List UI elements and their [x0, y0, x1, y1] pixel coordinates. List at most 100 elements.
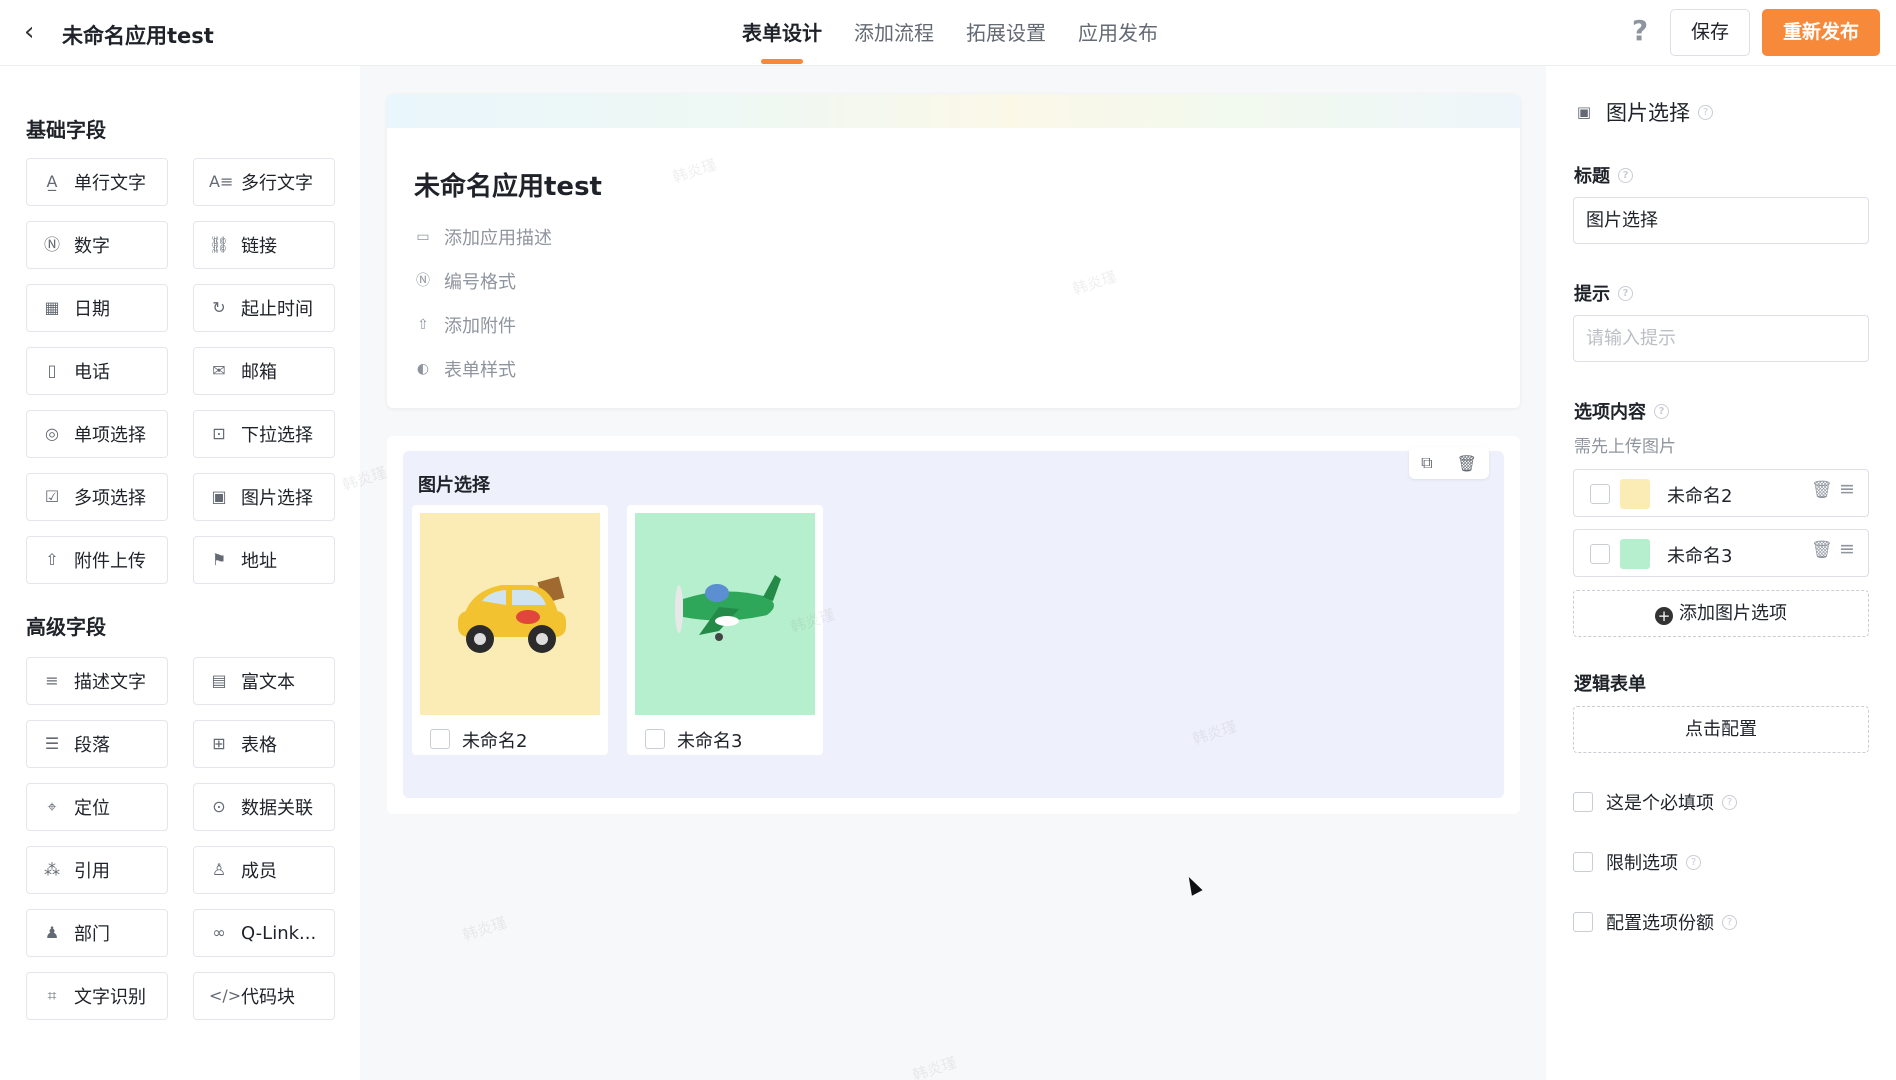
field-paragraph[interactable]: ☰ 段落	[26, 720, 168, 768]
help-icon[interactable]: ?	[1686, 854, 1701, 870]
field-reference[interactable]: ⁂ 引用	[26, 846, 168, 894]
field-description[interactable]: ≡ 描述文字	[26, 657, 168, 705]
title-input[interactable]: 图片选择	[1573, 197, 1869, 244]
add-description-link[interactable]: ▭ 添加应用描述	[414, 224, 552, 250]
form-title[interactable]: 未命名应用test	[414, 166, 602, 203]
option-quota-checkbox[interactable]	[1573, 912, 1593, 932]
field-ocr[interactable]: ⌗ 文字识别	[26, 972, 168, 1020]
comment-icon: ▭	[416, 229, 430, 245]
green-plane-illustration	[635, 513, 815, 715]
option-quota-toggle[interactable]: 配置选项份额?	[1573, 909, 1737, 935]
help-icon[interactable]: ?	[1722, 914, 1737, 930]
help-icon[interactable]: ?	[1618, 167, 1633, 183]
checkbox-icon: ☑	[44, 487, 60, 506]
drag-handle-icon[interactable]: ≡	[1839, 478, 1855, 500]
upload-icon: ⇧	[45, 550, 59, 569]
option-checkbox[interactable]	[1590, 484, 1610, 504]
field-address[interactable]: ⚑ 地址	[193, 536, 335, 584]
option-name[interactable]: 未命名2	[1667, 482, 1732, 508]
field-qlink[interactable]: ∞ Q-Link...	[193, 909, 335, 957]
option-name[interactable]: 未命名3	[1667, 542, 1732, 568]
tab-extend-settings[interactable]: 拓展设置	[950, 0, 1062, 66]
option-checkbox[interactable]	[430, 729, 450, 749]
options-label: 选项内容?	[1574, 398, 1669, 424]
options-hint: 需先上传图片	[1574, 437, 1676, 457]
tab-add-flow[interactable]: 添加流程	[838, 0, 950, 66]
hint-input[interactable]: 请输入提示	[1573, 315, 1869, 362]
option-checkbox[interactable]	[1590, 544, 1610, 564]
form-style-link[interactable]: ◐ 表单样式	[414, 356, 516, 382]
field-table[interactable]: ⊞ 表格	[193, 720, 335, 768]
field-date[interactable]: ▦ 日期	[26, 284, 168, 332]
rich-text-icon: ▤	[211, 671, 227, 690]
field-phone[interactable]: ▯ 电话	[26, 347, 168, 395]
field-image-choice[interactable]: ▣ 图片选择	[193, 473, 335, 521]
palette-icon: ◐	[416, 361, 430, 377]
option-thumbnail	[1620, 539, 1650, 569]
logic-form-label: 逻辑表单	[1574, 674, 1646, 695]
trash-icon[interactable]: 🗑	[1457, 454, 1477, 473]
pin-icon: ⌖	[47, 797, 57, 816]
trash-icon[interactable]: 🗑	[1811, 540, 1833, 560]
field-single-line-text[interactable]: A̲ 单行文字	[26, 158, 168, 206]
field-multi-choice[interactable]: ☑ 多项选择	[26, 473, 168, 521]
field-rich-text[interactable]: ▤ 富文本	[193, 657, 335, 705]
option-checkbox[interactable]	[645, 729, 665, 749]
drag-handle-icon[interactable]: ≡	[1839, 538, 1855, 560]
field-single-choice[interactable]: ◎ 单项选择	[26, 410, 168, 458]
tab-app-publish[interactable]: 应用发布	[1062, 0, 1174, 66]
help-icon[interactable]: ?	[1698, 104, 1713, 120]
field-label: 图片选择	[418, 475, 490, 496]
field-code-block[interactable]: </> 代码块	[193, 972, 335, 1020]
text-multiline-icon: A≡	[209, 172, 234, 191]
field-location[interactable]: ⌖ 定位	[26, 783, 168, 831]
number-format-icon: Ⓝ	[416, 273, 430, 289]
header-gradient-banner	[387, 94, 1520, 128]
reference-icon: ⁂	[44, 860, 60, 879]
number-icon: Ⓝ	[43, 235, 60, 254]
add-image-option-button[interactable]: + 添加图片选项	[1573, 590, 1869, 637]
text-line-icon: A̲	[46, 172, 58, 191]
location-icon: ⚑	[211, 550, 227, 569]
main-tabs: 表单设计 添加流程 拓展设置 应用发布	[726, 0, 1174, 66]
properties-header: ▣ 图片选择?	[1574, 97, 1713, 127]
required-checkbox[interactable]	[1573, 792, 1593, 812]
number-format-link[interactable]: Ⓝ 编号格式	[414, 268, 516, 294]
radio-icon: ◎	[45, 424, 59, 443]
time-range-icon: ↻	[212, 298, 226, 317]
field-data-link[interactable]: ⊙ 数据关联	[193, 783, 335, 831]
field-attachment-upload[interactable]: ⇧ 附件上传	[26, 536, 168, 584]
republish-button[interactable]: 重新发布	[1762, 9, 1880, 56]
field-time-range[interactable]: ↻ 起止时间	[193, 284, 335, 332]
mail-icon: ✉	[212, 361, 226, 380]
field-dropdown[interactable]: ⊡ 下拉选择	[193, 410, 335, 458]
option-name: 未命名2	[462, 731, 528, 752]
yellow-car-illustration	[420, 513, 600, 715]
image-option-card[interactable]: 未命名2	[412, 505, 608, 755]
field-multi-line-text[interactable]: A≡ 多行文字	[193, 158, 335, 206]
field-member[interactable]: ♙ 成员	[193, 846, 335, 894]
tab-form-design[interactable]: 表单设计	[726, 0, 838, 66]
copy-icon[interactable]: ⧉	[1421, 453, 1432, 473]
required-toggle[interactable]: 这是个必填项?	[1573, 789, 1737, 815]
configure-logic-button[interactable]: 点击配置	[1573, 706, 1869, 753]
help-icon[interactable]: ?	[1654, 403, 1669, 419]
question-icon[interactable]: ?	[1626, 17, 1654, 45]
field-email[interactable]: ✉ 邮箱	[193, 347, 335, 395]
field-number[interactable]: Ⓝ 数字	[26, 221, 168, 269]
ocr-icon: ⌗	[47, 986, 57, 1005]
hint-label: 提示?	[1574, 280, 1633, 306]
help-icon[interactable]: ?	[1618, 285, 1633, 301]
help-icon[interactable]: ?	[1722, 794, 1737, 810]
field-department[interactable]: ♟ 部门	[26, 909, 168, 957]
form-header-card[interactable]: 未命名应用test ▭ 添加应用描述 Ⓝ 编号格式 ⇧ 添加附件 ◐ 表单样式	[387, 94, 1520, 408]
title-label: 标题?	[1574, 162, 1633, 188]
add-attachment-link[interactable]: ⇧ 添加附件	[414, 312, 516, 338]
image-icon: ▣	[211, 487, 227, 506]
limit-options-checkbox[interactable]	[1573, 852, 1593, 872]
chevron-left-icon[interactable]: ‹	[24, 19, 48, 46]
save-button[interactable]: 保存	[1670, 9, 1750, 56]
limit-options-toggle[interactable]: 限制选项?	[1573, 849, 1701, 875]
field-link[interactable]: ⛓ 链接	[193, 221, 335, 269]
trash-icon[interactable]: 🗑	[1811, 480, 1833, 500]
